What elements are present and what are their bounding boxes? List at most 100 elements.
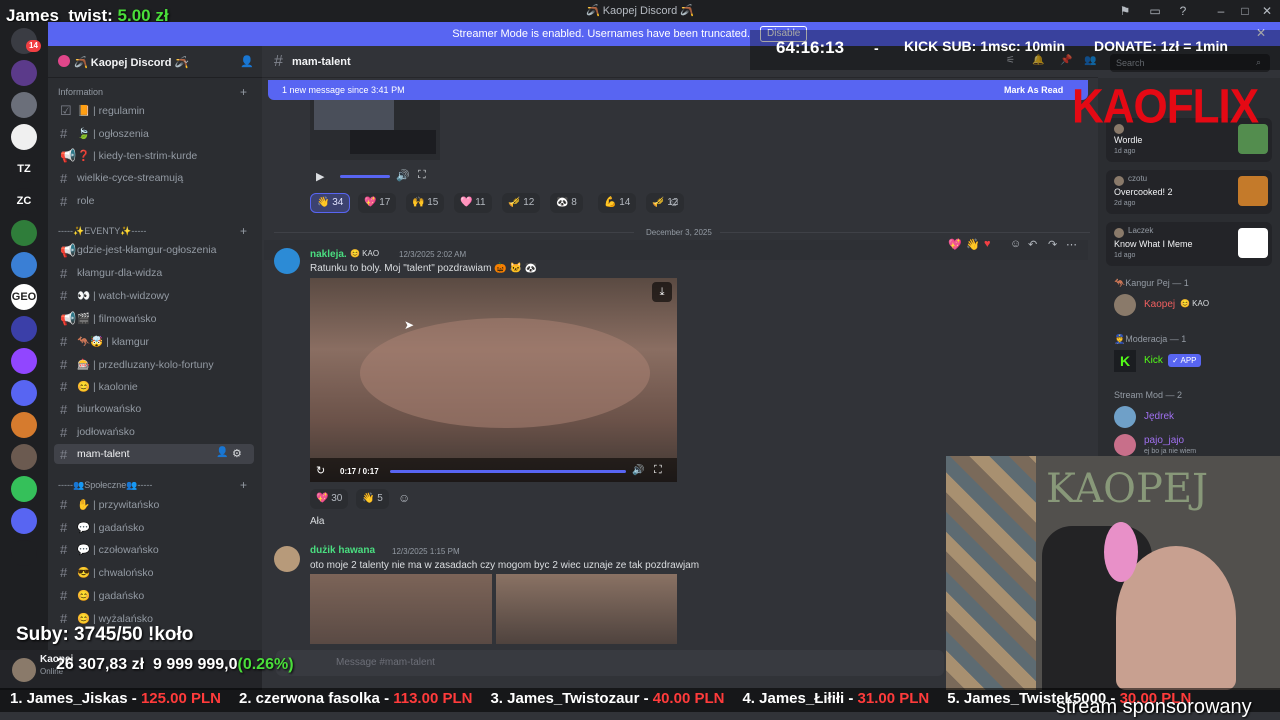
avatar[interactable] (1114, 406, 1136, 428)
reaction[interactable]: 🙌 15 (406, 193, 445, 213)
message-author[interactable]: dużik hawana (310, 545, 375, 556)
reaction[interactable]: 👋 34 (310, 193, 351, 213)
play-icon[interactable]: ▶ (316, 170, 324, 183)
channel-item[interactable]: 📢 ❓ | kiedy-ten-strim-kurde (54, 145, 254, 165)
channel-item[interactable]: # role (54, 191, 254, 211)
server-icon[interactable] (11, 60, 37, 86)
image-attachment[interactable] (496, 574, 677, 644)
inbox-icon[interactable]: ⚑ (1118, 4, 1132, 18)
download-icon[interactable]: ⤓ (652, 282, 672, 302)
channel-item[interactable]: # 👀 | watch-widzowy (54, 285, 254, 305)
volume-icon[interactable]: 🔊 (396, 169, 410, 182)
channel-item[interactable]: # wielkie-cyce-streamują (54, 168, 254, 188)
reply-icon[interactable]: ↶ (1028, 238, 1037, 251)
reaction[interactable]: 🎺 12 (502, 193, 541, 213)
add-reaction-icon[interactable]: ☺ (1010, 238, 1021, 250)
avatar[interactable] (1114, 294, 1136, 316)
channel-item[interactable]: # 😎 | chwalońsko (54, 562, 254, 582)
add-channel-icon[interactable]: + (240, 478, 247, 492)
mark-as-read-button[interactable]: Mark As Read (1004, 85, 1063, 95)
server-icon[interactable]: TZ (11, 156, 37, 182)
member-name[interactable]: Jędrek (1144, 411, 1174, 422)
avatar[interactable] (12, 658, 36, 682)
server-icon[interactable] (11, 124, 37, 150)
channel-item[interactable]: # 🎰 | przedluzany-kolo-fortuny (54, 354, 254, 374)
message-input[interactable]: Message #mam-talent (276, 650, 944, 676)
server-icon[interactable] (11, 508, 37, 534)
video-attachment[interactable]: ⤓ ↻ 0:17 / 0:17 🔊 ⛶ (310, 278, 677, 482)
server-icon[interactable] (11, 380, 37, 406)
activity-card[interactable]: czotu Overcooked! 2 2d ago (1106, 170, 1272, 214)
channel-item[interactable]: 📢 gdzie-jest-kłamgur-ogłoszenia (54, 240, 254, 260)
forward-icon[interactable]: ↷ (1048, 238, 1057, 251)
help-icon[interactable]: ? (1176, 4, 1190, 18)
channel-item[interactable]: # 🦘🤯 | kłamgur (54, 331, 254, 351)
channel-item[interactable]: # jodłowańsko (54, 422, 254, 442)
channel-item[interactable]: # kłamgur-dla-widza (54, 263, 254, 283)
server-icon[interactable] (11, 220, 37, 246)
channel-item[interactable]: # mam-talent 👤 ⚙ (54, 444, 254, 465)
category-eventy[interactable]: -----✨EVENTY✨----- (58, 226, 146, 237)
maximize-icon[interactable]: □ (1238, 4, 1252, 18)
channel-item[interactable]: # 💬 | gadańsko (54, 517, 254, 537)
invite-icon[interactable]: 👤 (240, 55, 254, 68)
avatar[interactable] (274, 546, 300, 572)
new-messages-bar[interactable]: 1 new message since 3:41 PM Mark As Read (268, 80, 1088, 100)
video-attachment[interactable] (310, 100, 440, 160)
image-attachment[interactable] (310, 574, 492, 644)
add-reaction-icon[interactable]: ☺ (668, 195, 680, 209)
avatar[interactable] (274, 248, 300, 274)
guild-header[interactable]: 🪃 Kaopej Discord 🪃 ⌄ 👤 (48, 46, 262, 78)
reaction[interactable]: 🐼 8 (550, 193, 583, 213)
more-icon[interactable]: ⋯ (1066, 238, 1077, 251)
add-channel-icon[interactable]: + (240, 85, 247, 99)
server-icon[interactable] (11, 444, 37, 470)
category-spoleczne[interactable]: -----👥Społeczne👥----- (58, 480, 152, 491)
category-information[interactable]: Information (58, 87, 103, 97)
member-name[interactable]: Kick (1144, 355, 1163, 366)
close-icon[interactable]: ✕ (1260, 4, 1274, 18)
server-icon[interactable] (11, 348, 37, 374)
channel-item[interactable]: 📢 🎬 | filmowańsko (54, 308, 254, 328)
activity-card[interactable]: Laczek Know What I Meme 1d ago (1106, 222, 1272, 266)
kick-icon[interactable]: K (1114, 350, 1136, 372)
invite-icon[interactable]: 👤 (216, 447, 228, 458)
message-author[interactable]: nakleja. (310, 249, 347, 260)
minimize-icon[interactable]: – (1214, 4, 1228, 18)
reaction[interactable]: 💪 14 (598, 193, 637, 213)
server-icon[interactable]: ZC (11, 188, 37, 214)
channel-item[interactable]: # 😊 | gadańsko (54, 585, 254, 605)
add-channel-icon[interactable]: + (240, 224, 247, 238)
fullscreen-icon[interactable]: ⛶ (418, 169, 426, 182)
reaction[interactable]: 👋 5 (356, 489, 389, 509)
settings-icon[interactable]: ⚙ (232, 447, 242, 460)
channel-item[interactable]: # 🍃 | ogłoszenia (54, 123, 254, 143)
server-icon[interactable] (11, 412, 37, 438)
channel-item[interactable]: # 😊 | kaolonie (54, 376, 254, 396)
heart-reaction-icon[interactable]: 💖 (948, 238, 962, 251)
add-reaction-icon[interactable]: ☺ (398, 491, 410, 505)
reaction[interactable]: 🩷 11 (454, 193, 492, 213)
fullscreen-icon[interactable]: ⛶ (654, 464, 662, 477)
channel-item[interactable]: # ✋ | przywitańsko (54, 494, 254, 514)
avatar[interactable] (1114, 434, 1136, 456)
reaction[interactable]: 💖 30 (310, 489, 349, 509)
replay-icon[interactable]: ↻ (316, 464, 325, 477)
server-icon[interactable] (11, 476, 37, 502)
wave-reaction-icon[interactable]: 👋 (966, 238, 980, 251)
reaction[interactable]: 💖 17 (358, 193, 397, 213)
channel-item[interactable]: ☑ 📙 | regulamin (54, 100, 254, 120)
member-name[interactable]: Kaopej (1144, 299, 1175, 310)
server-icon[interactable] (11, 316, 37, 342)
server-icon[interactable] (11, 252, 37, 278)
volume-icon[interactable]: 🔊 (632, 465, 644, 476)
channel-item[interactable]: # biurkowańsko (54, 399, 254, 419)
monitor-icon[interactable]: ▭ (1148, 4, 1162, 18)
video-progress[interactable] (390, 470, 626, 473)
channel-item[interactable]: # 💬 | czołowańsko (54, 539, 254, 559)
server-icon[interactable]: GEO (11, 284, 37, 310)
server-icon[interactable] (11, 92, 37, 118)
server-icon[interactable] (11, 540, 37, 566)
volume-slider[interactable] (340, 175, 390, 178)
heart-icon[interactable]: ♥ (984, 238, 991, 250)
